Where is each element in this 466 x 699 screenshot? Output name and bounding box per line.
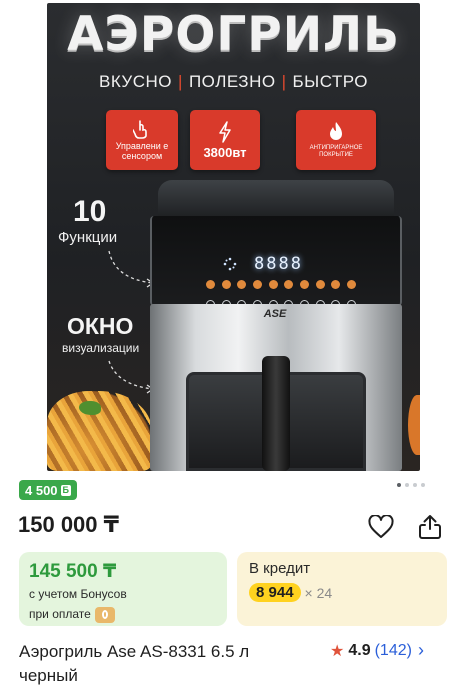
air-fryer-illustration: 8888 ASE [150, 180, 402, 471]
carousel-dot[interactable] [413, 483, 417, 487]
credit-title: В кредит [249, 560, 311, 577]
carousel-dot[interactable] [421, 483, 425, 487]
credit-monthly-amount: 8 944 [249, 583, 301, 602]
bonus-currency-icon: Б [60, 484, 72, 496]
feature-badge-nonstick: АНТИПРИГАРНОЕ ПОКРЫТИЕ [296, 110, 376, 170]
star-icon: ★ [330, 642, 345, 660]
functions-count: 10 [73, 195, 107, 228]
reviews-count: (142) [374, 641, 412, 659]
carousel-dot[interactable] [405, 483, 409, 487]
bonus-price: 145 500 ₸ [29, 561, 117, 582]
bonus-amount: 4 500 [25, 482, 58, 498]
bonus-coin-icon [94, 606, 115, 623]
brand-logo: ASE [263, 308, 287, 320]
share-button[interactable] [415, 512, 445, 542]
credit-months: × 24 [304, 584, 333, 601]
credit-card[interactable]: В кредит 8 944 × 24 [237, 552, 447, 626]
image-tagline: ВКУСНО | ПОЛЕЗНО | БЫСТРО [47, 72, 420, 92]
badge-text: Управлени е сенсором [115, 141, 169, 161]
fan-icon [223, 257, 237, 271]
product-price: 150 000 ₸ [18, 512, 119, 537]
fries-illustration [47, 391, 152, 471]
product-image[interactable]: АЭРОГРИЛЬ ВКУСНО | ПОЛЕЗНО | БЫСТРО Управлен… [47, 3, 420, 471]
orange-decoration [408, 395, 420, 455]
bonus-note-line: с учетом Бонусов [29, 587, 127, 601]
heart-icon [368, 515, 394, 538]
flame-icon [330, 122, 342, 140]
carousel-pagination[interactable] [397, 483, 425, 487]
feature-badge-touch: Управлени е сенсором [106, 110, 178, 170]
bonus-note-text: при оплате [29, 607, 91, 621]
bonus-note-line: при оплате [29, 606, 217, 623]
tagline-separator: | [281, 72, 287, 91]
touch-hand-icon [133, 120, 147, 139]
rating-link[interactable]: ★ 4.9 (142) › [330, 640, 424, 661]
image-headline: АЭРОГРИЛЬ [67, 7, 400, 62]
digital-display: 8888 [254, 254, 303, 274]
bonus-price-card[interactable]: 145 500 ₸ с учетом Бонусов при оплате [19, 552, 227, 626]
device-lid [158, 180, 394, 220]
window-title: ОКНО [67, 313, 134, 339]
tagline-separator: | [178, 72, 183, 91]
functions-label: Функции [58, 229, 118, 246]
feature-badge-power: 3800вт [190, 110, 260, 170]
control-panel: 8888 [150, 216, 402, 309]
badge-text: 3800вт [203, 144, 247, 160]
lightning-icon [219, 120, 231, 143]
badge-text: АНТИПРИГАРНОЕ ПОКРЫТИЕ [309, 145, 363, 158]
credit-terms: 8 944 × 24 [249, 583, 435, 602]
bonus-badge: 4 500 Б [19, 480, 78, 500]
favorite-button[interactable] [366, 512, 396, 542]
window-label: визуализации [62, 341, 140, 355]
product-title: Аэрогриль Ase AS-8331 6.5 л черный [19, 642, 250, 685]
carousel-dot[interactable] [397, 483, 401, 487]
rating-score: 4.9 [348, 641, 371, 659]
share-icon [419, 515, 441, 539]
herb-illustration [79, 401, 101, 415]
tagline-word: БЫСТРО [292, 72, 368, 91]
basket-handle [262, 356, 290, 471]
tagline-word: ВКУСНО [99, 72, 173, 91]
device-body: ASE [150, 304, 402, 471]
tagline-word: ПОЛЕЗНО [188, 72, 276, 91]
program-icons-row [206, 280, 356, 289]
chevron-right-icon: › [417, 640, 424, 660]
